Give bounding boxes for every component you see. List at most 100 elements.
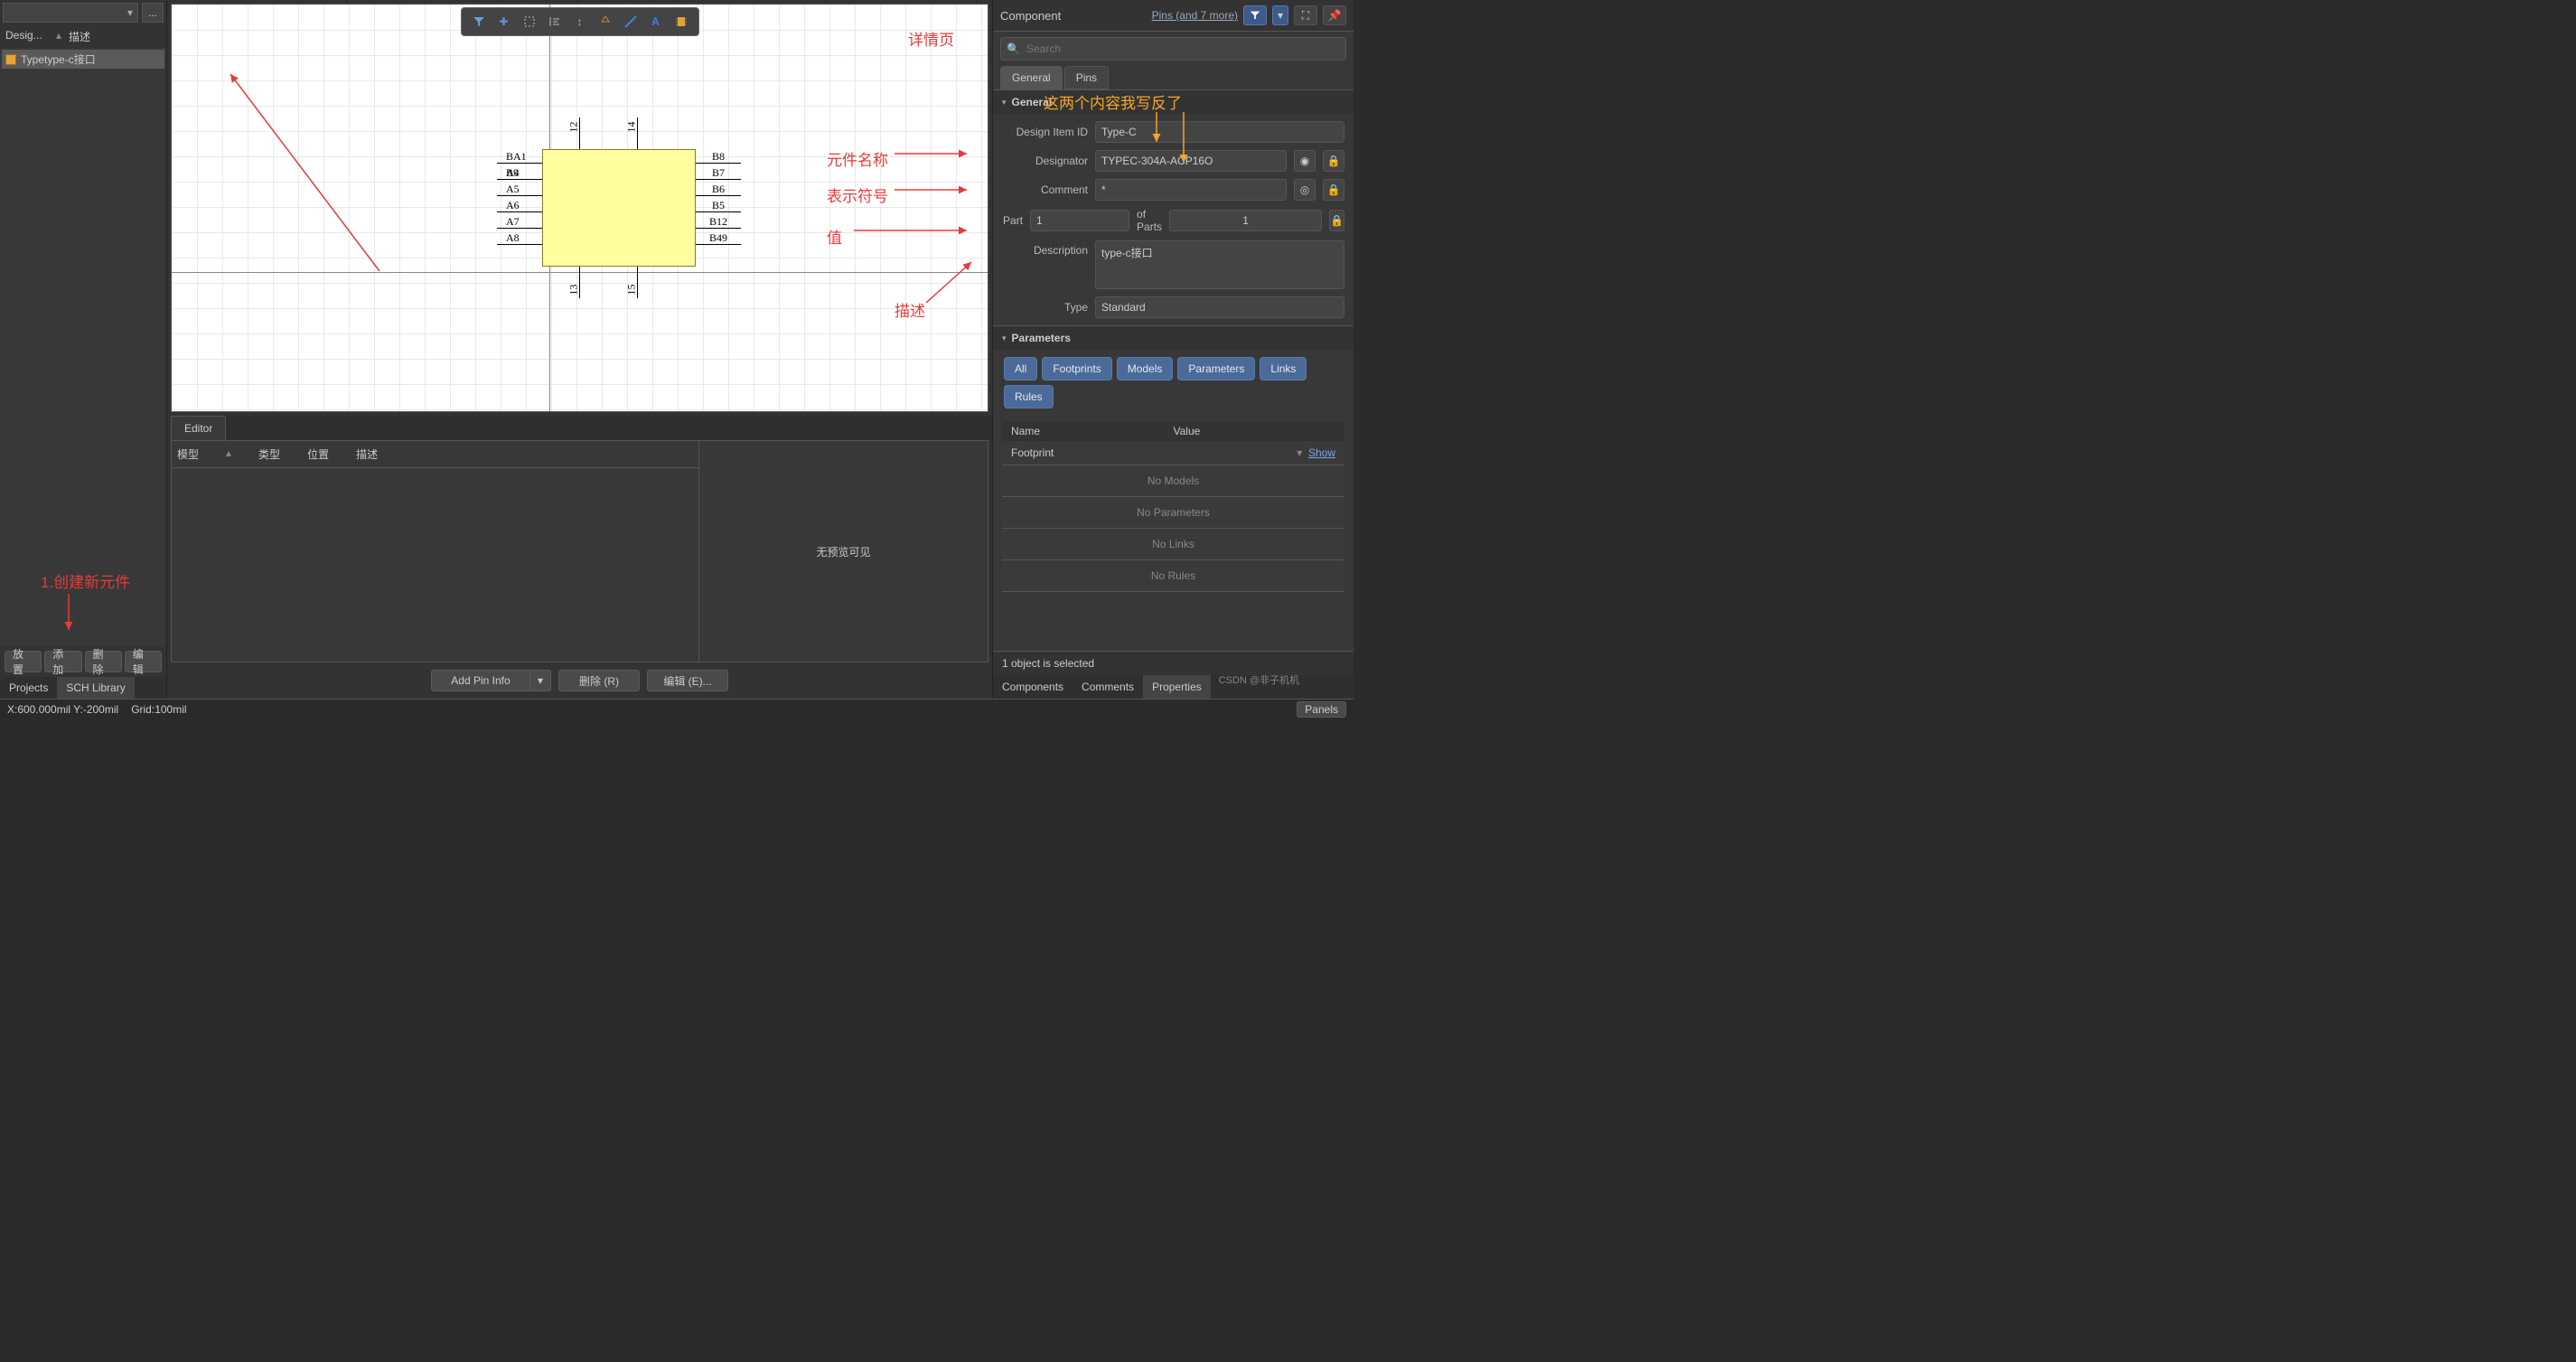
line-icon[interactable] xyxy=(621,12,641,32)
add-button[interactable]: 添加 xyxy=(44,651,81,672)
note-desc: 描述 xyxy=(895,298,925,321)
note-orange: 这两个内容我写反了 xyxy=(1044,90,1182,113)
align-icon[interactable] xyxy=(545,12,565,32)
note-value: 值 xyxy=(827,225,842,248)
pill-links[interactable]: Links xyxy=(1260,357,1307,380)
watermark: CSDN @非子机机 xyxy=(1219,672,1299,687)
col-name[interactable]: Name xyxy=(1011,425,1174,437)
place-icon[interactable] xyxy=(595,12,615,32)
pill-rules[interactable]: Rules xyxy=(1004,385,1054,409)
lib-more-button[interactable]: ... xyxy=(142,3,164,23)
component-list-item[interactable]: Typetype-c接口 xyxy=(2,50,164,69)
part-select[interactable]: 1 xyxy=(1030,210,1129,231)
pill-models[interactable]: Models xyxy=(1117,357,1174,380)
preview-pane: 无预览可见 xyxy=(699,440,988,662)
rotate-icon[interactable]: ↕ xyxy=(570,12,590,32)
schlib-tab[interactable]: SCH Library xyxy=(57,677,134,699)
schematic-canvas[interactable]: ✚ ↕ A GND VBUS CC1 DP1 DN1 SBU1 12 SBU2 … xyxy=(171,4,988,412)
panels-button[interactable]: Panels xyxy=(1297,701,1346,718)
chip-symbol[interactable] xyxy=(542,149,696,267)
comments-tab[interactable]: Comments xyxy=(1073,675,1143,699)
no-rules: No Rules xyxy=(1002,560,1344,592)
col-type[interactable]: 类型 xyxy=(258,446,280,462)
col-design[interactable]: Desig... xyxy=(5,29,49,44)
note-create: 1.创建新元件 xyxy=(41,569,130,592)
col-desc[interactable]: 描述 xyxy=(69,29,90,44)
text-icon[interactable]: A xyxy=(646,12,666,32)
col-desc[interactable]: 描述 xyxy=(356,446,378,462)
general-tab[interactable]: General xyxy=(1000,66,1063,89)
status-bar: X:600.000mil Y:-200mil Grid:100mil Panel… xyxy=(0,699,1354,719)
label-itemid: Design Item ID xyxy=(1002,126,1088,138)
pill-footprints[interactable]: Footprints xyxy=(1042,357,1111,380)
components-tab[interactable]: Components xyxy=(993,675,1073,699)
designator-input[interactable] xyxy=(1095,150,1287,172)
no-links: No Links xyxy=(1002,529,1344,560)
panel-title: Component xyxy=(1000,9,1147,23)
properties-tab[interactable]: Properties xyxy=(1143,675,1211,699)
chip-icon[interactable] xyxy=(671,12,691,32)
design-item-id-input[interactable] xyxy=(1095,121,1344,143)
search-input[interactable] xyxy=(1000,37,1346,61)
filter-icon[interactable] xyxy=(469,12,489,32)
editor-table: 模型 ▴ 类型 位置 描述 xyxy=(171,440,699,662)
center-area: ✚ ↕ A GND VBUS CC1 DP1 DN1 SBU1 12 SBU2 … xyxy=(167,0,992,699)
select-icon[interactable] xyxy=(520,12,539,32)
left-panel: ... Desig... ▴ 描述 Typetype-c接口 放置 添加 删除 … xyxy=(0,0,167,699)
editor-tab[interactable]: Editor xyxy=(171,416,226,440)
ofparts-input[interactable] xyxy=(1169,210,1322,231)
col-value[interactable]: Value xyxy=(1174,425,1336,437)
show-link[interactable]: Show xyxy=(1308,446,1335,459)
component-icon xyxy=(5,54,16,65)
note-symbol: 表示符号 xyxy=(827,183,888,206)
add-pin-dropdown[interactable]: ▾ xyxy=(530,670,551,691)
comment-input[interactable] xyxy=(1095,179,1287,201)
label-comment: Comment xyxy=(1002,183,1088,196)
edit-button[interactable]: 编辑 xyxy=(125,651,162,672)
detach-icon[interactable]: ⛶ xyxy=(1294,5,1317,25)
status-coords: X:600.000mil Y:-200mil xyxy=(7,703,118,716)
description-input[interactable]: type-c接口 xyxy=(1095,240,1344,289)
edit-e-button[interactable]: 编辑 (E)... xyxy=(647,670,728,691)
add-pin-info-button[interactable]: Add Pin Info xyxy=(431,670,530,691)
no-parameters: No Parameters xyxy=(1002,497,1344,529)
pill-all[interactable]: All xyxy=(1004,357,1037,380)
sort-icon[interactable]: ▴ xyxy=(56,29,61,44)
visibility-icon[interactable]: ◉ xyxy=(1294,150,1316,172)
properties-panel: Component Pins (and 7 more) ▾ ⛶ 📌 🔍 Gene… xyxy=(992,0,1354,699)
pins-tab[interactable]: Pins xyxy=(1064,66,1109,89)
pin-icon[interactable]: 📌 xyxy=(1323,5,1346,25)
lock-icon[interactable]: 🔒 xyxy=(1323,179,1344,201)
pill-parameters[interactable]: Parameters xyxy=(1177,357,1255,380)
delete-r-button[interactable]: 删除 (R) xyxy=(558,670,640,691)
parameters-section-header[interactable]: Parameters xyxy=(993,326,1354,350)
type-select[interactable]: Standard xyxy=(1095,296,1344,318)
label-part: Part xyxy=(1002,214,1023,227)
no-models: No Models xyxy=(1002,465,1344,497)
component-name: Typetype-c接口 xyxy=(21,52,96,67)
canvas-toolbar: ✚ ↕ A xyxy=(461,7,699,36)
visibility-icon[interactable]: ◎ xyxy=(1294,179,1316,201)
filter-icon[interactable] xyxy=(1243,5,1267,25)
label-ofparts: of Parts xyxy=(1137,208,1162,233)
col-location[interactable]: 位置 xyxy=(307,446,329,462)
lib-dropdown[interactable] xyxy=(3,3,138,23)
selection-status: 1 object is selected xyxy=(993,651,1354,675)
lock-icon[interactable]: 🔒 xyxy=(1329,210,1344,231)
projects-tab[interactable]: Projects xyxy=(0,677,57,699)
col-model[interactable]: 模型 xyxy=(177,446,199,462)
label-description: Description xyxy=(1002,240,1088,257)
note-details: 详情页 xyxy=(908,27,954,50)
footprint-row[interactable]: Footprint ▾ Show xyxy=(1002,441,1344,465)
label-designator: Designator xyxy=(1002,155,1088,167)
delete-button[interactable]: 删除 xyxy=(85,651,122,672)
place-button[interactable]: 放置 xyxy=(5,651,42,672)
search-icon: 🔍 xyxy=(1007,42,1020,55)
no-preview-text: 无预览可见 xyxy=(816,544,870,559)
note-name: 元件名称 xyxy=(827,147,888,170)
move-icon[interactable]: ✚ xyxy=(494,12,514,32)
lock-icon[interactable]: 🔒 xyxy=(1323,150,1344,172)
status-grid: Grid:100mil xyxy=(131,703,186,716)
label-type: Type xyxy=(1002,301,1088,314)
pins-more-link[interactable]: Pins (and 7 more) xyxy=(1152,9,1238,22)
